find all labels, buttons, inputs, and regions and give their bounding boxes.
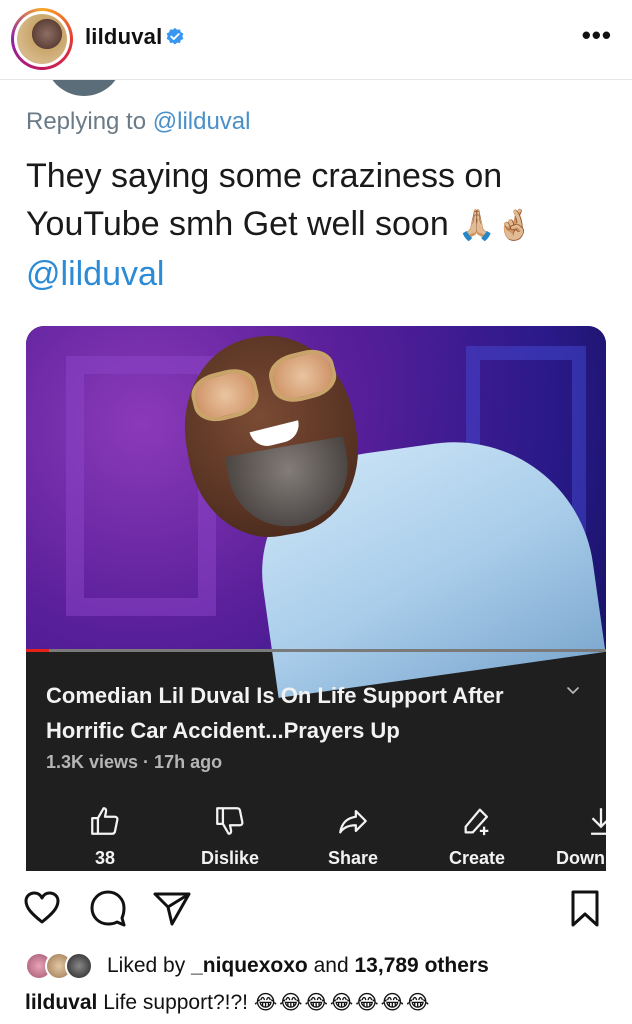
comment-icon[interactable] [88,888,128,928]
create-icon [464,808,489,836]
tweet-text: They saying some craziness on YouTube sm… [26,157,503,243]
avatar-image [17,14,67,64]
share-paper-plane-icon[interactable] [152,888,192,928]
liked-by-user[interactable]: _niquexoxo [191,954,308,977]
tweet-mention: @lilduval [26,255,165,293]
share-label: Share [327,848,379,868]
post-caption: lilduval Life support?!?! 😂😂😂😂😂😂😂 [25,990,431,1015]
video-meta: 1.3K views · 17h ago [46,752,223,772]
thumbs-up-icon [91,807,119,835]
verified-badge-icon [166,27,184,45]
dislike-label: Dislike [200,848,260,868]
liked-by-prefix: Liked by [107,954,186,977]
avatar-inner [14,11,70,67]
download-label: Down [556,848,605,868]
replying-handle: @lilduval [152,108,251,135]
create-label: Create [448,848,506,868]
likes-row: Liked by _niquexoxo and 13,789 others [25,950,625,982]
caption-text: Life support?!?! [103,991,248,1014]
create-button[interactable]: Create [422,796,532,871]
caption-emojis: 😂😂😂😂😂😂😂 [253,992,432,1014]
bookmark-icon[interactable] [565,888,605,928]
youtube-video-card: Comedian Lil Duval Is On Life Support Af… [26,326,606,871]
chevron-down-icon[interactable] [566,684,580,698]
replying-to-line: Replying to @lilduval [26,108,250,136]
video-title[interactable]: Comedian Lil Duval Is On Life Support Af… [46,678,546,748]
liked-by-others[interactable]: 13,789 others [355,954,489,977]
liker-avatar [65,952,93,980]
download-button[interactable]: Down [544,796,606,871]
profile-avatar[interactable] [11,8,73,70]
username[interactable]: lilduval [85,24,162,50]
dislike-button[interactable]: Dislike [175,796,285,871]
replying-prefix: Replying to [26,108,147,135]
download-icon [591,808,606,835]
like-count: 38 [94,848,116,868]
video-thumbnail [26,326,606,698]
tweet-emojis: 🙏🏼🤞🏼 [458,209,533,242]
caption-username[interactable]: lilduval [25,991,97,1014]
liker-avatars[interactable] [25,952,105,980]
more-options-button[interactable]: ••• [582,22,612,48]
post-header: lilduval ••• [0,0,632,80]
video-progress-bar[interactable] [26,649,606,652]
likes-text: Liked by _niquexoxo and 13,789 others [107,954,489,978]
video-progress-fill [26,649,50,652]
tweet-body: They saying some craziness on YouTube sm… [26,152,596,298]
video-actions: 38 Dislike Share Create Down [26,796,606,871]
heart-icon[interactable] [22,888,62,928]
like-button[interactable]: 38 [50,796,160,871]
post-actions-bar [0,888,632,932]
thumbs-down-icon [216,807,244,835]
share-button[interactable]: Share [298,796,408,871]
liked-by-middle: and [313,954,349,977]
share-icon [339,809,367,834]
